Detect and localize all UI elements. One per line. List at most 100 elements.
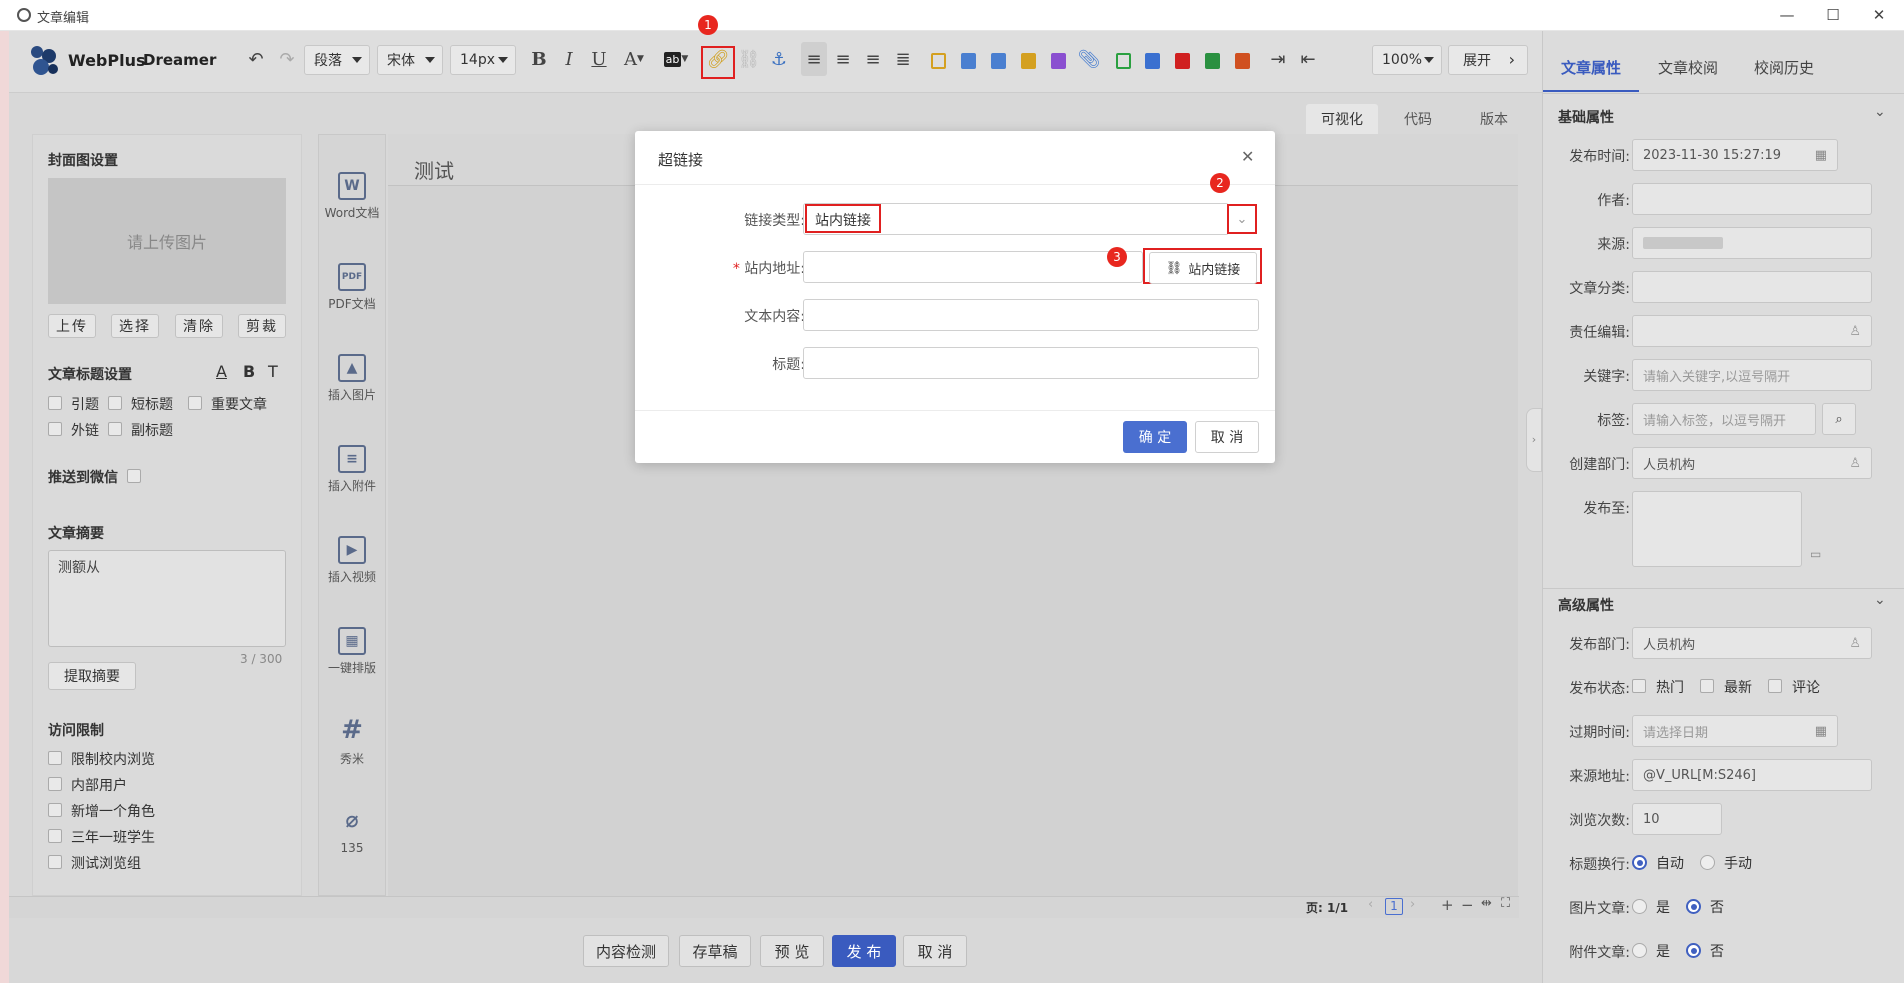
checkbox-access-4[interactable] — [48, 855, 62, 869]
word-doc-tool[interactable]: W Word文档 — [318, 172, 386, 221]
fullscreen-icon[interactable]: ⛶ — [1501, 896, 1510, 911]
expand-button[interactable]: 展开 › — [1448, 45, 1528, 75]
next-page-icon[interactable]: › — [1410, 897, 1415, 912]
tab-visual[interactable]: 可视化 — [1306, 104, 1378, 134]
word-icon[interactable] — [1145, 53, 1160, 69]
article-title[interactable]: 测试 — [414, 155, 454, 184]
align-justify-icon[interactable]: ≣ — [891, 42, 915, 76]
font-color-button[interactable]: A ▼ — [619, 42, 649, 76]
checkbox-external-link[interactable] — [48, 422, 62, 436]
checkbox-access-0[interactable] — [48, 751, 62, 765]
site-link-picker-button[interactable]: ⛓ 站内链接 — [1149, 252, 1257, 284]
expire-time-input[interactable]: 请选择日期 ▦ — [1632, 715, 1838, 747]
outdent-icon[interactable]: ⇤ — [1296, 42, 1320, 76]
source-input[interactable] — [1632, 227, 1872, 259]
clear-button[interactable]: 清除 — [175, 314, 223, 338]
checkbox-comment[interactable] — [1768, 679, 1782, 693]
one-click-layout-tool[interactable]: ▦ 一键排版 — [318, 627, 386, 676]
radio-attachment-yes[interactable] — [1632, 943, 1647, 958]
publish-dept-input[interactable]: 人员机构 ♙ — [1632, 627, 1872, 659]
checkbox-important[interactable] — [188, 396, 202, 410]
site-address-input[interactable] — [803, 251, 1143, 283]
xiumi-tool[interactable]: # 秀米 — [318, 717, 386, 767]
title-clear-format-button[interactable]: T — [268, 362, 278, 381]
folder-icon[interactable]: ▭ — [1810, 547, 1821, 561]
radio-wrap-auto[interactable] — [1632, 855, 1647, 870]
highlight-button[interactable]: ab ▼ — [660, 42, 692, 76]
font-size-select[interactable]: 14px — [450, 45, 516, 75]
responsible-editor-input[interactable]: ♙ — [1632, 315, 1872, 347]
preview-button[interactable]: 预 览 — [760, 935, 824, 967]
minimize-button[interactable]: — — [1772, 4, 1802, 26]
view-count-input[interactable]: 10 — [1632, 803, 1722, 835]
checkbox-latest[interactable] — [1700, 679, 1714, 693]
pdf-icon[interactable] — [1175, 53, 1190, 69]
link-title-input[interactable] — [803, 347, 1259, 379]
dialog-cancel-button[interactable]: 取 消 — [1195, 421, 1259, 453]
tab-code[interactable]: 代码 — [1382, 104, 1454, 134]
maximize-button[interactable]: ☐ — [1818, 4, 1848, 26]
link-icon[interactable]: 🔗︎ — [705, 42, 731, 76]
tab-article-review[interactable]: 文章校阅 — [1658, 50, 1718, 84]
save-draft-button[interactable]: 存草稿 — [679, 935, 751, 967]
italic-button[interactable]: I — [558, 42, 580, 76]
ppt-icon[interactable] — [1235, 53, 1250, 69]
crop-button[interactable]: 剪裁 — [238, 314, 286, 338]
anchor-icon[interactable]: ⚓︎ — [767, 42, 791, 76]
publish-button[interactable]: 发 布 — [832, 935, 896, 967]
redo-icon[interactable]: ↷ — [275, 42, 299, 76]
checkbox-access-3[interactable] — [48, 829, 62, 843]
zoom-out-icon[interactable]: − — [1461, 896, 1474, 914]
font-select[interactable]: 宋体 — [377, 45, 443, 75]
radio-image-no[interactable] — [1686, 899, 1701, 914]
audio-icon[interactable] — [1051, 53, 1066, 69]
insert-video-tool[interactable]: ▶ 插入视频 — [318, 536, 386, 585]
tool-135[interactable]: ⌀ 135 — [318, 809, 386, 856]
title-color-button[interactable]: A — [216, 362, 227, 381]
checkbox-access-2[interactable] — [48, 803, 62, 817]
text-content-input[interactable] — [803, 299, 1259, 331]
folder-icon[interactable] — [1021, 53, 1036, 69]
checkbox-subtitle[interactable] — [108, 422, 122, 436]
chevron-down-icon[interactable]: ⌄ — [1227, 204, 1257, 234]
insert-image-tool[interactable]: ▲ 插入图片 — [318, 354, 386, 403]
creation-dept-input[interactable]: 人员机构 ♙ — [1632, 447, 1872, 479]
chevron-down-icon[interactable]: ⌄ — [1874, 104, 1886, 120]
attachment-icon[interactable]: 📎︎ — [1078, 42, 1101, 76]
fit-width-icon[interactable]: ⇹ — [1481, 896, 1492, 911]
excel-icon[interactable] — [1205, 53, 1220, 69]
checkbox-wechat[interactable] — [127, 469, 141, 483]
dialog-close-icon[interactable]: ✕ — [1241, 147, 1254, 166]
align-right-icon[interactable]: ≡ — [861, 42, 885, 76]
insert-attachment-tool[interactable]: ≡ 插入附件 — [318, 445, 386, 494]
cancel-article-button[interactable]: 取 消 — [903, 935, 967, 967]
tab-review-history[interactable]: 校阅历史 — [1754, 50, 1814, 84]
zoom-select[interactable]: 100% — [1372, 45, 1442, 75]
extract-summary-button[interactable]: 提取摘要 — [48, 662, 136, 690]
radio-wrap-manual[interactable] — [1700, 855, 1715, 870]
tags-input[interactable]: 请输入标签，以逗号隔开 — [1632, 403, 1816, 435]
align-left-icon[interactable]: ≡ — [801, 42, 827, 76]
paragraph-select[interactable]: 段落 — [304, 45, 370, 75]
select-button[interactable]: 选择 — [111, 314, 159, 338]
author-input[interactable] — [1632, 183, 1872, 215]
checkbox-hot[interactable] — [1632, 679, 1646, 693]
title-bold-button[interactable]: B — [243, 362, 255, 381]
image-icon[interactable] — [961, 53, 976, 69]
close-window-button[interactable]: ✕ — [1864, 4, 1894, 26]
publish-time-input[interactable]: 2023-11-30 15:27:19 ▦ — [1632, 139, 1838, 171]
undo-icon[interactable]: ↶ — [244, 42, 268, 76]
tab-version[interactable]: 版本 — [1458, 104, 1530, 134]
publish-to-textarea[interactable] — [1632, 491, 1802, 567]
chevron-down-icon[interactable]: ⌄ — [1874, 592, 1886, 608]
checkbox-short-title[interactable] — [108, 396, 122, 410]
checkbox-lead-title[interactable] — [48, 396, 62, 410]
source-url-input[interactable]: @V_URL[M:S246] — [1632, 759, 1872, 791]
keywords-input[interactable]: 请输入关键字,以逗号隔开 — [1632, 359, 1872, 391]
checkbox-access-1[interactable] — [48, 777, 62, 791]
bold-button[interactable]: B — [528, 42, 550, 76]
dialog-ok-button[interactable]: 确 定 — [1123, 421, 1187, 453]
page-number[interactable]: 1 — [1385, 898, 1403, 915]
template-icon[interactable] — [931, 53, 946, 69]
pdf-doc-tool[interactable]: PDF PDF文档 — [318, 263, 386, 312]
